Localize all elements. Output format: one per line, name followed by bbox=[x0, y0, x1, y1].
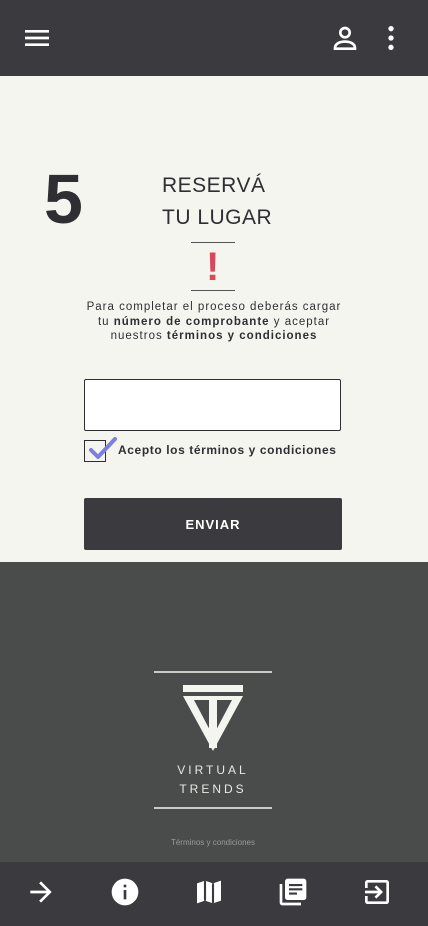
reservation-section: 5 RESERVÁ TU LUGAR ! Para completar el p… bbox=[0, 76, 428, 562]
info-icon[interactable] bbox=[109, 876, 141, 908]
top-app-bar bbox=[0, 0, 428, 76]
footer-divider bbox=[154, 807, 272, 809]
exit-to-app-icon[interactable] bbox=[361, 876, 393, 908]
bottom-nav-bar bbox=[0, 862, 428, 926]
instructions-text: Para completar el proceso deberás cargar… bbox=[84, 300, 344, 344]
page-title-line2: TU LUGAR bbox=[162, 206, 273, 229]
terms-checkbox-label[interactable]: Acepto los términos y condiciones bbox=[118, 443, 337, 457]
divider bbox=[191, 242, 235, 243]
receipt-number-input[interactable] bbox=[84, 379, 341, 431]
terms-link[interactable]: Términos y condiciones bbox=[154, 838, 272, 847]
brand-name-line1: VIRTUAL bbox=[177, 763, 249, 777]
map-icon[interactable] bbox=[193, 876, 225, 908]
virtual-trends-logo-icon bbox=[183, 685, 243, 751]
library-books-icon[interactable] bbox=[277, 876, 309, 908]
checkmark-icon[interactable] bbox=[88, 436, 118, 462]
divider bbox=[191, 290, 235, 291]
page-title-line1: RESERVÁ bbox=[162, 174, 266, 197]
receipt-number-emphasis: número de comprobante bbox=[113, 315, 270, 328]
exclamation-icon: ! bbox=[206, 245, 220, 289]
brand-name-line2: TRENDS bbox=[179, 782, 247, 796]
step-number: 5 bbox=[44, 160, 83, 238]
footer: VIRTUAL TRENDS Términos y condiciones bbox=[0, 562, 428, 862]
footer-divider bbox=[154, 671, 272, 673]
menu-icon[interactable] bbox=[21, 22, 53, 54]
terms-emphasis: términos y condiciones bbox=[166, 330, 318, 342]
account-icon[interactable] bbox=[329, 22, 361, 54]
more-vert-icon[interactable] bbox=[375, 22, 407, 54]
arrow-forward-icon[interactable] bbox=[25, 876, 57, 908]
submit-button[interactable]: ENVIAR bbox=[84, 498, 342, 550]
